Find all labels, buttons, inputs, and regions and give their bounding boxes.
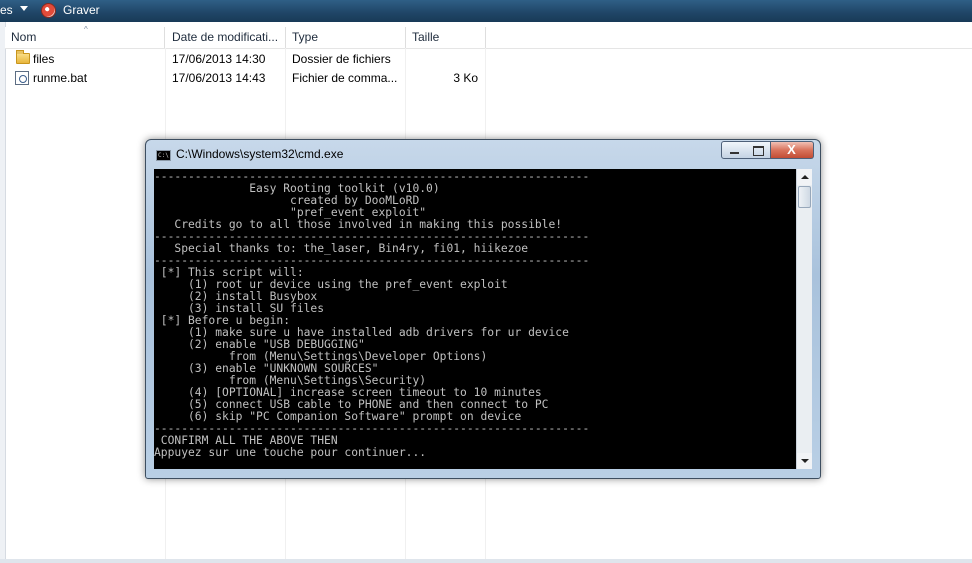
minimize-icon	[730, 152, 739, 154]
sort-ascending-icon: ^	[84, 25, 88, 34]
file-name: runme.bat	[33, 71, 88, 85]
minimize-button[interactable]	[721, 141, 747, 159]
navigation-pane-edge	[0, 22, 6, 563]
file-date: 17/06/2013 14:30	[172, 52, 266, 66]
maximize-button[interactable]	[746, 141, 771, 159]
cmd-window[interactable]: C:\ C:\Windows\system32\cmd.exe X ------…	[145, 139, 821, 479]
file-row-runme[interactable]: runme.bat 17/06/2013 14:43 Fichier de co…	[5, 69, 972, 88]
console-icon[interactable]: C:\	[156, 150, 171, 161]
scroll-up-button[interactable]	[797, 169, 812, 185]
file-type: Dossier de fichiers	[292, 52, 391, 66]
file-size: 3 Ko	[453, 71, 478, 85]
command-bar: es Graver	[0, 0, 972, 22]
console-output[interactable]: ----------------------------------------…	[154, 169, 796, 469]
column-header-type[interactable]: Type	[286, 27, 406, 48]
close-icon: X	[787, 142, 796, 157]
file-row-files[interactable]: files 17/06/2013 14:30 Dossier de fichie…	[5, 50, 972, 69]
burn-button[interactable]: Graver	[63, 3, 100, 17]
batch-file-icon	[15, 71, 29, 85]
column-header-row: Nom ^ Date de modificati... Type Taille	[5, 25, 972, 49]
chevron-down-icon[interactable]	[20, 6, 28, 11]
burn-disc-icon[interactable]	[41, 3, 56, 18]
vertical-scrollbar[interactable]	[796, 169, 812, 469]
console-text: ----------------------------------------…	[154, 169, 796, 459]
file-name: files	[33, 52, 55, 66]
file-date: 17/06/2013 14:43	[172, 71, 266, 85]
window-title: C:\Windows\system32\cmd.exe	[176, 147, 344, 161]
column-header-date[interactable]: Date de modificati...	[166, 27, 286, 48]
file-type: Fichier de comma...	[292, 71, 398, 85]
maximize-icon	[753, 146, 764, 156]
scroll-thumb[interactable]	[798, 186, 811, 208]
scroll-down-button[interactable]	[797, 453, 812, 469]
status-bar-edge	[0, 559, 972, 563]
organize-menu-partial[interactable]: es	[0, 3, 13, 17]
console-line: Appuyez sur une touche pour continuer...	[154, 446, 427, 459]
cmd-titlebar[interactable]: C:\ C:\Windows\system32\cmd.exe X	[146, 140, 820, 168]
column-header-size[interactable]: Taille	[406, 27, 486, 48]
folder-icon	[16, 50, 30, 64]
close-button[interactable]: X	[771, 141, 814, 159]
